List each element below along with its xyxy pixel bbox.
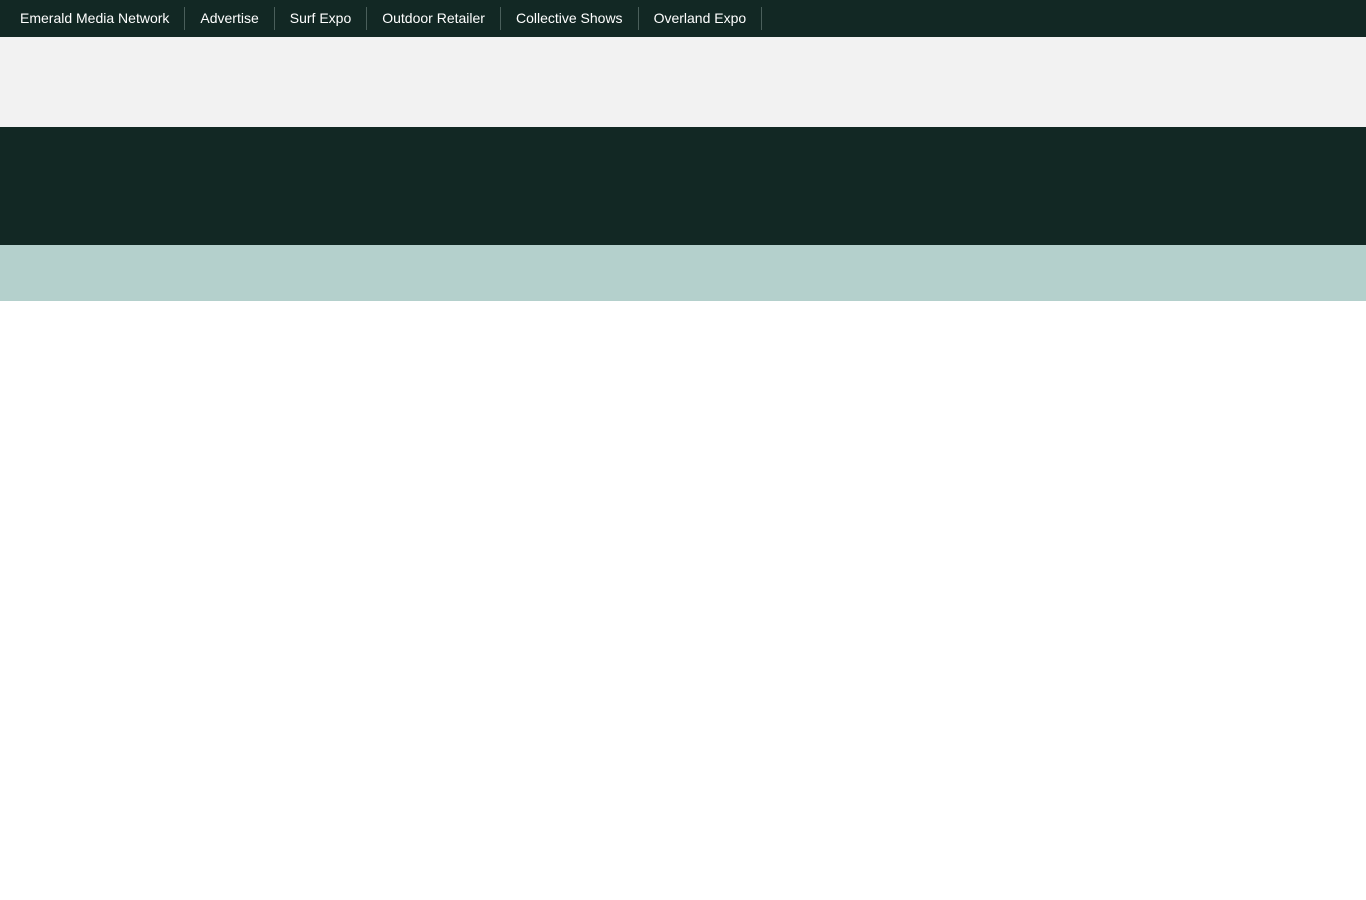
nav-link-emerald-media-network[interactable]: Emerald Media Network <box>5 7 186 30</box>
site-header <box>0 127 1366 245</box>
main-content <box>0 301 1366 900</box>
nav-link-outdoor-retailer[interactable]: Outdoor Retailer <box>367 7 501 30</box>
nav-link-advertise[interactable]: Advertise <box>185 7 275 30</box>
ad-banner-area <box>0 37 1366 127</box>
nav-link-overland-expo[interactable]: Overland Expo <box>639 7 763 30</box>
nav-link-collective-shows[interactable]: Collective Shows <box>501 7 639 30</box>
nav-link-surf-expo[interactable]: Surf Expo <box>275 7 368 30</box>
network-top-nav: Emerald Media Network Advertise Surf Exp… <box>0 0 1366 37</box>
sub-navigation-bar <box>0 245 1366 301</box>
